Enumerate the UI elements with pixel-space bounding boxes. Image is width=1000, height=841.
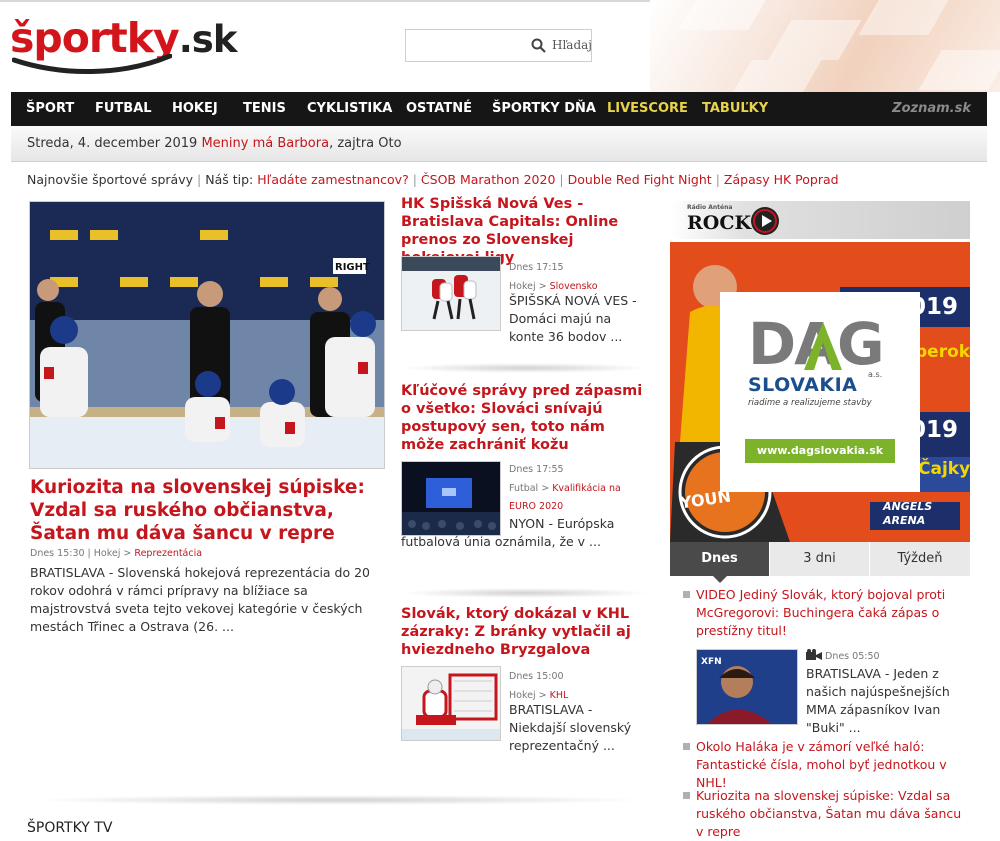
news-ticker: Najnovšie športové správy | Náš tip: Hľadá…: [27, 172, 839, 187]
category-link[interactable]: Futbal: [509, 483, 538, 494]
article-time: Dnes 17:15: [509, 262, 564, 273]
search-input[interactable]: [410, 34, 532, 59]
dag-slogan: riadime a realizujeme stavby: [748, 398, 872, 408]
dag-logo-mark-icon: [804, 322, 842, 370]
radio-brand-small: Rádio Anténa: [687, 204, 733, 211]
play-icon[interactable]: [750, 206, 780, 236]
category-link[interactable]: Hokej: [509, 690, 536, 701]
ad-bg-word-2: Čajky: [918, 459, 970, 479]
ticker-link[interactable]: Hľadáte zamestnancov?: [257, 172, 408, 187]
nav-item-ostatne[interactable]: OSTATNÉ: [406, 92, 472, 126]
subcategory-link[interactable]: Reprezentácia: [134, 548, 202, 559]
tab-3-days[interactable]: 3 dni: [770, 542, 869, 576]
nav-item-sportky-dna[interactable]: ŠPORTKY DŇA: [492, 92, 596, 126]
main-article-meta: Dnes 15:30 | Hokej > Reprezentácia: [30, 548, 203, 559]
nav-item-hokej[interactable]: HOKEJ: [172, 92, 218, 126]
article-time: Dnes 15:00: [509, 671, 564, 682]
bullet-icon: [683, 591, 690, 598]
divider: [400, 588, 650, 598]
tab-week[interactable]: Týždeň: [870, 542, 970, 576]
article-time: Dnes 17:55: [509, 464, 564, 475]
current-date: Streda, 4. december 2019: [27, 136, 198, 151]
article-title[interactable]: Slovák, ktorý dokázal v KHL zázraky: Z b…: [401, 605, 646, 659]
ad-arena-2: ARENA: [883, 514, 926, 527]
ticker-link[interactable]: ČSOB Marathon 2020: [421, 172, 555, 187]
site-logo[interactable]: športky.sk: [10, 14, 237, 75]
feature-thumb-logo: XFN: [701, 657, 722, 667]
list-item[interactable]: Okolo Haláka je v zámorí veľké haló: Fan…: [683, 738, 963, 792]
divider: [27, 795, 647, 805]
article-meta: Dnes 15:00 Hokej > KHL: [509, 668, 649, 705]
article-perex: BRATISLAVA - Niekdajší slovenský repreze…: [509, 702, 632, 753]
arena-sign: RIGHT: [335, 262, 370, 273]
tip-label: Náš tip:: [205, 172, 254, 187]
article-time: Dnes 15:30: [30, 548, 85, 559]
nameday-tomorrow: , zajtra Oto: [329, 136, 402, 151]
article-perex: ŠPIŠSKÁ NOVÁ VES - Domáci majú na konte …: [509, 293, 637, 344]
ad-bg-word-1: berok: [915, 342, 970, 362]
main-article-perex: BRATISLAVA - Slovenská hokejová reprezen…: [30, 565, 371, 634]
video-camera-icon: [806, 649, 822, 660]
nav-item-sport[interactable]: ŠPORT: [26, 92, 74, 126]
header-decoration: [650, 0, 1000, 92]
search-button[interactable]: Hľadaj: [552, 38, 592, 52]
search-box: Hľadaj: [405, 29, 592, 62]
article-meta: Dnes 17:55 Futbal > Kvalifikácia na EURO…: [509, 461, 649, 516]
dag-suffix: a.s.: [868, 370, 883, 379]
dag-url-button[interactable]: www.dagslovakia.sk: [745, 439, 895, 463]
nav-item-futbal[interactable]: FUTBAL: [95, 92, 152, 126]
main-navigation: ŠPORT FUTBAL HOKEJ TENIS CYKLISTIKA OSTA…: [11, 92, 987, 126]
divider: [400, 363, 650, 373]
category-link[interactable]: Hokej: [94, 548, 121, 559]
most-read-tabs: Dnes 3 dni Týždeň: [670, 542, 970, 576]
article-thumbnail[interactable]: [401, 666, 501, 741]
ad-arena-1: ANGELS: [883, 500, 933, 513]
category-link[interactable]: Hokej: [509, 281, 536, 292]
bullet-icon: [683, 792, 690, 799]
tab-pointer-icon: [713, 576, 727, 583]
date-bar: Streda, 4. december 2019 Meniny má Barbo…: [11, 126, 987, 162]
dag-name: SLOVAKIA: [748, 374, 858, 396]
main-article-title[interactable]: Kuriozita na slovenskej súpiske: Vzdal s…: [30, 476, 390, 545]
radio-brand: ROCK: [687, 212, 751, 234]
news-ticker-label: Najnovšie športové správy: [27, 172, 193, 187]
list-item[interactable]: VIDEO Jediný Slovák, ktorý bojoval proti…: [683, 586, 963, 640]
ticker-link[interactable]: Double Red Fight Night: [568, 172, 712, 187]
article-perex: NYON - Európska futbalová únia oznámila,…: [401, 516, 615, 549]
nav-item-tenis[interactable]: TENIS: [243, 92, 286, 126]
subcategory-link[interactable]: KHL: [550, 690, 569, 701]
logo-swoosh-icon: [12, 54, 172, 75]
feature-time: Dnes 05:50: [825, 651, 880, 662]
feature-perex: BRATISLAVA - Jeden z našich najúspešnejš…: [806, 666, 950, 735]
nameday-link[interactable]: Meniny má Barbora: [201, 136, 329, 151]
tab-today[interactable]: Dnes: [670, 542, 769, 576]
nav-item-cyklistika[interactable]: CYKLISTIKA: [307, 92, 392, 126]
article-title[interactable]: Kľúčové správy pred zápasmi o všetko: Sl…: [401, 382, 646, 454]
main-article-image[interactable]: RIGHT: [29, 201, 385, 469]
article-thumbnail[interactable]: [401, 256, 501, 331]
subcategory-link[interactable]: Slovensko: [550, 281, 598, 292]
feature-thumbnail[interactable]: XFN: [696, 649, 798, 725]
ad-banner[interactable]: 019 berok 019 Čajky YOUN ANGELS ARENA DA…: [670, 242, 970, 542]
nav-item-tabulky[interactable]: TABUĽKY: [702, 92, 768, 126]
radio-banner[interactable]: Rádio Anténa ROCK: [670, 201, 970, 239]
zoznam-logo[interactable]: Zoznam.sk: [892, 101, 971, 116]
bullet-icon: [683, 743, 690, 750]
section-title-tv: ŠPORTKY TV: [27, 820, 113, 836]
list-item[interactable]: Kuriozita na slovenskej súpiske: Vzdal s…: [683, 787, 963, 841]
nav-item-livescore[interactable]: LIVESCORE: [607, 92, 688, 126]
ticker-link[interactable]: Zápasy HK Poprad: [724, 172, 839, 187]
dag-ad-box: DAG SLOVAKIA a.s. riadime a realizujeme …: [720, 292, 920, 492]
article-meta: Dnes 17:15 Hokej > Slovensko: [509, 259, 649, 296]
search-icon[interactable]: [531, 38, 546, 53]
